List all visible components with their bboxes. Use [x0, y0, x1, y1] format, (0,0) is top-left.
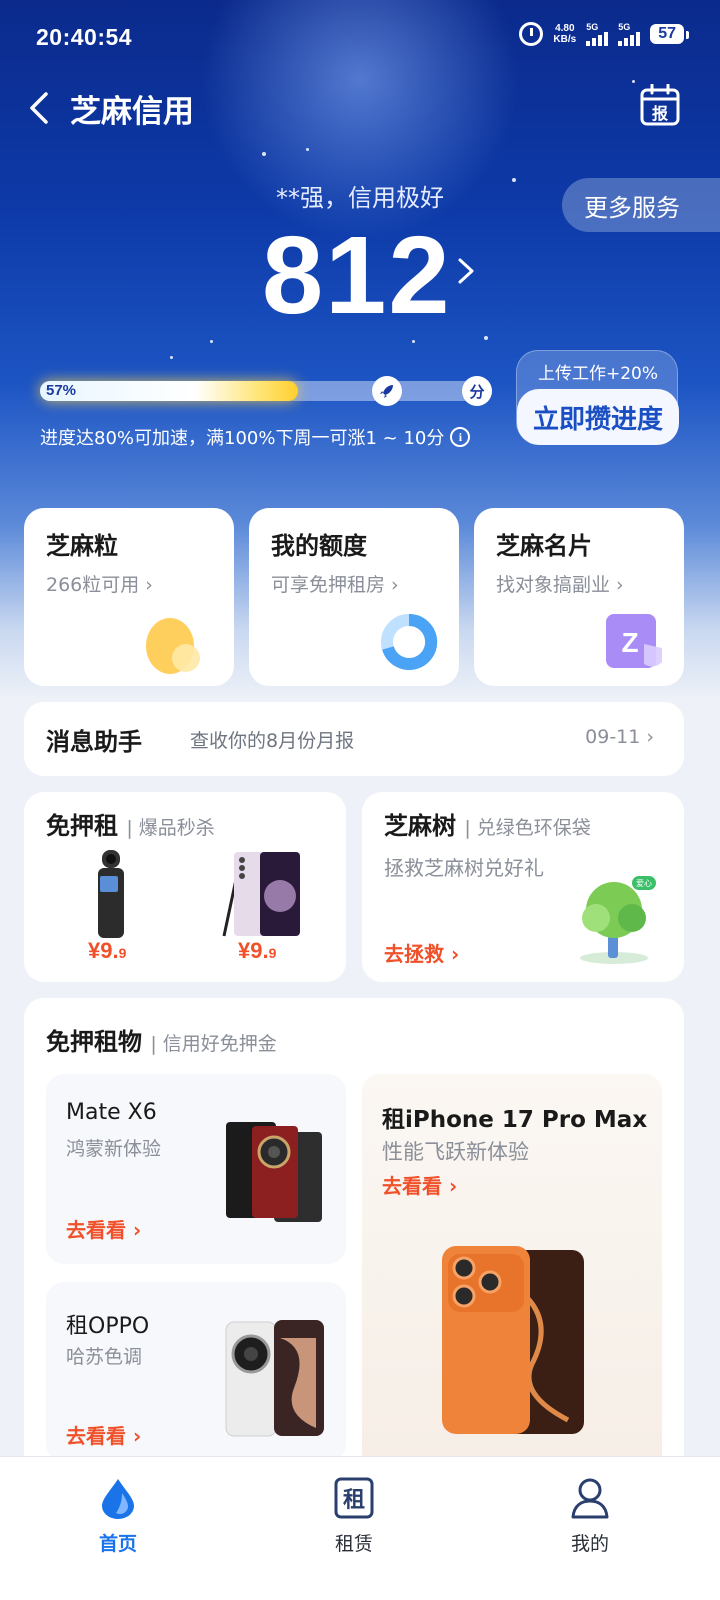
product-card-iphone-17-pro-max[interactable]: 租iPhone 17 Pro Max 性能飞跃新体验 去看看 › — [362, 1074, 662, 1478]
tab-mine[interactable]: 我的 — [530, 1477, 650, 1556]
progress-note: 进度达80%可加速，满100%下周一可涨1 ~ 10分 i — [40, 424, 471, 450]
section-title: 免押租物 | 信用好免押金 — [46, 1028, 277, 1056]
svg-text:报: 报 — [652, 104, 668, 123]
user-icon — [571, 1478, 609, 1519]
signal-5g-1: 5G — [586, 22, 609, 46]
progress-fill — [40, 381, 298, 401]
view-link[interactable]: 去看看 › — [66, 1214, 141, 1243]
progress-note-text: 进度达80%可加速，满100%下周一可涨1 ~ 10分 — [40, 428, 445, 449]
promo-subtitle: 拯救芝麻树兑好礼 — [384, 856, 544, 880]
mate-x6-phone-image — [226, 1122, 322, 1222]
back-arrow-icon[interactable] — [24, 90, 60, 126]
status-icons: 4.80 KB/s 5G 5G 57 — [519, 22, 689, 46]
progress-percent: 57% — [46, 382, 77, 399]
message-assistant-card[interactable]: 消息助手 查收你的8月份月报 09-11 › — [24, 702, 684, 776]
feature-card-subtitle: 266粒可用 › — [46, 574, 153, 596]
feature-card-title: 芝麻名片 — [496, 532, 592, 560]
feature-card-subtitle: 找对象搞副业 › — [496, 574, 624, 596]
price-label: ¥9.9 — [238, 938, 277, 963]
view-link[interactable]: 去看看 › — [382, 1170, 457, 1199]
credit-progress-bar: 57% 分 — [40, 376, 492, 406]
signal-5g-2: 5G — [618, 22, 641, 46]
credit-score[interactable]: 812 — [262, 212, 452, 339]
boost-label: 上传工作+20% — [537, 364, 659, 384]
product-desc: 哈苏色调 — [66, 1346, 143, 1368]
chevron-right-icon[interactable] — [455, 256, 477, 286]
tab-label: 我的 — [570, 1533, 609, 1555]
promo-card-free-rent[interactable]: 免押租 | 爆品秒杀 ¥9.9 ¥9.9 — [24, 792, 346, 982]
samsung-phone-image — [222, 852, 300, 937]
net-speed: 4.80 KB/s — [553, 23, 576, 45]
home-drop-icon — [102, 1479, 134, 1519]
product-desc: 性能飞跃新体验 — [382, 1140, 529, 1164]
rent-icon: 租 — [334, 1477, 374, 1519]
boost-progress-button[interactable]: 立即攒进度 — [517, 389, 679, 445]
product-card-mate-x6[interactable]: Mate X6 鸿蒙新体验 去看看 › — [46, 1074, 346, 1264]
tab-home[interactable]: 首页 — [58, 1477, 178, 1556]
free-rent-section: 免押租物 | 信用好免押金 Mate X6 鸿蒙新体验 去看看 › 租OPPO … — [24, 998, 684, 1478]
credit-level-text: **强，信用极好 — [276, 184, 444, 212]
alarm-icon — [519, 22, 544, 46]
message-text: 查收你的8月份月报 — [190, 730, 355, 752]
promo-title: 免押租 | 爆品秒杀 — [46, 812, 215, 840]
feature-card-zhima-card[interactable]: 芝麻名片 找对象搞副业 › Z — [474, 508, 684, 686]
rescue-link[interactable]: 去拯救 › — [384, 938, 459, 967]
quota-ring-icon — [381, 613, 438, 670]
signal-bars-icon — [618, 32, 641, 46]
zhima-card-icon: Z — [606, 614, 662, 668]
score-badge-icon: 分 — [462, 376, 492, 406]
pocket-camera-image — [98, 850, 124, 938]
rocket-icon — [372, 376, 402, 406]
status-bar: 20:40:54 4.80 KB/s 5G 5G 57 — [0, 0, 720, 76]
message-title: 消息助手 — [46, 728, 142, 756]
product-name: 租OPPO — [66, 1314, 150, 1339]
sesame-grain-icon — [146, 618, 200, 674]
net-speed-unit: KB/s — [553, 34, 577, 45]
oppo-phone-image — [225, 1320, 324, 1437]
svg-text:Z: Z — [621, 627, 638, 658]
page-title: 芝麻信用 — [70, 94, 194, 130]
signal-label: 5G — [586, 22, 599, 32]
sesame-tree-icon: 爱心 — [580, 876, 656, 964]
product-name: Mate X6 — [66, 1100, 157, 1125]
signal-bars-icon — [586, 32, 609, 46]
net-speed-value: 4.80 — [555, 23, 575, 34]
bottom-tab-bar: 首页 租 租赁 我的 — [0, 1456, 720, 1600]
iphone-image — [442, 1246, 584, 1434]
feature-card-subtitle: 可享免押租房 › — [271, 574, 399, 596]
svg-text:租: 租 — [343, 1488, 365, 1513]
promo-title: 芝麻树 | 兑绿色环保袋 — [384, 812, 591, 840]
product-desc: 鸿蒙新体验 — [66, 1138, 162, 1160]
product-name: 租iPhone 17 Pro Max — [382, 1107, 648, 1133]
feature-card-my-quota[interactable]: 我的额度 可享免押租房 › — [249, 508, 459, 686]
product-card-oppo[interactable]: 租OPPO 哈苏色调 去看看 › — [46, 1282, 346, 1462]
feature-card-zhima-grain[interactable]: 芝麻粒 266粒可用 › — [24, 508, 234, 686]
status-time: 20:40:54 — [36, 24, 133, 50]
tab-label: 首页 — [98, 1533, 137, 1555]
tab-label: 租赁 — [334, 1533, 373, 1555]
tab-rent[interactable]: 租 租赁 — [294, 1477, 414, 1556]
promo-card-sesame-tree[interactable]: 芝麻树 | 兑绿色环保袋 拯救芝麻树兑好礼 去拯救 › 爱心 — [362, 792, 684, 982]
signal-label: 5G — [618, 22, 631, 32]
calendar-report-icon[interactable]: 报 — [640, 84, 680, 126]
view-link[interactable]: 去看看 › — [66, 1420, 141, 1449]
message-date: 09-11 › — [585, 726, 654, 748]
svg-text:爱心: 爱心 — [636, 879, 652, 888]
feature-card-title: 我的额度 — [271, 532, 367, 560]
nav-header: 芝麻信用 报 — [0, 80, 720, 136]
price-label: ¥9.9 — [88, 938, 127, 963]
info-icon[interactable]: i — [450, 427, 471, 447]
boost-card: 上传工作+20% 立即攒进度 — [516, 350, 679, 445]
feature-card-title: 芝麻粒 — [46, 532, 118, 560]
battery-icon: 57 — [650, 24, 689, 44]
